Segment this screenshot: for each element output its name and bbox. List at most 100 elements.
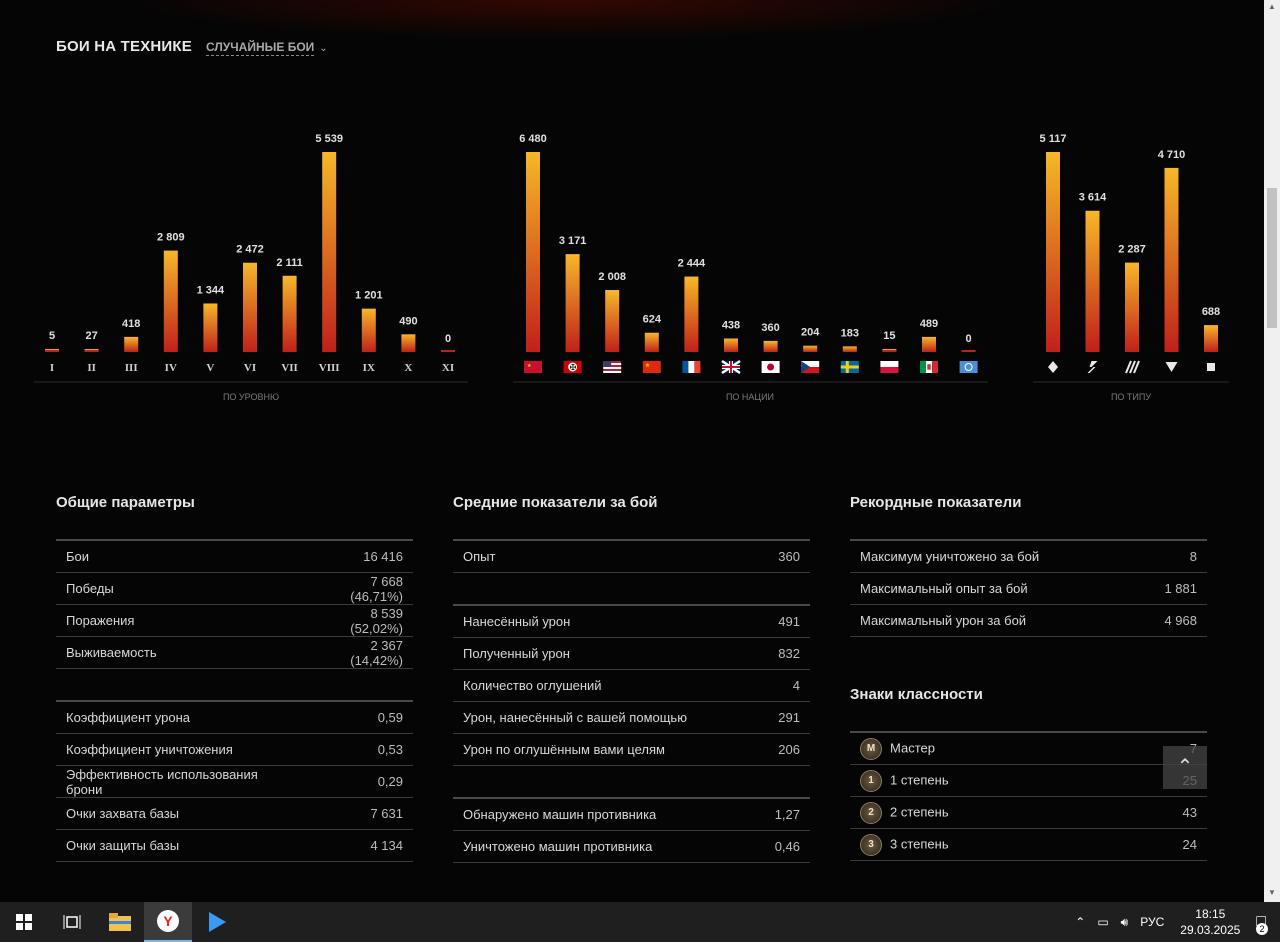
bar-group[interactable]: 5 117 [1040,133,1067,373]
volume-icon[interactable]: 🔊︎ [1121,915,1129,930]
bar-group[interactable]: 4 710 [1158,149,1186,372]
row-label: Полученный урон [463,646,570,661]
bar-group[interactable]: 183 [841,327,859,373]
bar-group[interactable]: 2 008 [598,271,626,373]
svg-text:★: ★ [527,363,532,369]
bar-group[interactable]: 5 539 VIII [315,133,343,374]
row-label: Максимум уничтожено за бой [860,549,1040,564]
row-value: 360 [754,539,810,573]
bar-group[interactable]: 489 [920,318,938,373]
clock-time: 18:15 [1195,907,1226,921]
bar-group[interactable]: 27 II [84,330,99,374]
svg-text:VII: VII [281,362,298,374]
bar [1046,152,1060,352]
bar-group[interactable]: 490 X [399,315,417,374]
bar-value-label: 2 444 [678,258,706,270]
row-label: Максимальный урон за бой [860,613,1027,628]
bar-group[interactable]: 624 ★ [643,314,662,373]
svg-text:II: II [87,362,96,374]
bar-group[interactable]: 2 472 VI [236,244,264,374]
tier-label: IX [363,362,375,374]
nation-flag-icon: ★ [524,361,542,373]
bar-group[interactable]: 3 614 [1079,192,1107,373]
bar-group[interactable]: 688 [1202,306,1220,371]
row-label: Эффективность использования брони [66,766,258,797]
language-indicator[interactable]: РУС [1140,915,1164,929]
windows-icon [16,914,32,930]
bar-group[interactable]: 418 III [122,318,140,374]
bar-value-label: 5 539 [315,133,343,145]
chevron-down-icon[interactable]: ⌄ [319,43,327,54]
bar-group[interactable]: 5I [45,330,59,374]
stat-row: Эффективность использования брони 0,29 [56,765,413,798]
bar-group[interactable]: 1 201 IX [355,290,383,374]
row-value [754,765,810,799]
network-icon[interactable]: ▭ [1097,915,1108,929]
stat-row: Выживаемость 2 367 (14,42%) [56,636,413,669]
bar-group[interactable]: 6 480 ★ [519,133,547,373]
bar-group[interactable]: 0 XI [441,333,455,374]
row-value [754,572,810,606]
bar-value-label: 3 171 [559,235,587,247]
bar [842,346,857,352]
play-icon [209,912,226,932]
file-explorer-button[interactable] [96,902,144,942]
vehicle-type-icon [1087,361,1098,373]
bar-baseline [882,350,897,352]
bar-value-label: 3 614 [1079,192,1107,204]
row-label: Коэффициент уничтожения [66,742,233,757]
taskbar: Y ⌃ ▭ 🔊︎ РУС 18:15 29.03.2025 □ 2 [0,902,1280,942]
row-label: Коэффициент урона [66,710,190,725]
task-view-button[interactable] [48,902,96,942]
nation-flag-icon [920,361,938,373]
clock[interactable]: 18:15 29.03.2025 [1180,906,1240,938]
vehicle-type-icon [1125,360,1140,374]
bar [1164,167,1179,352]
scroll-down-arrow-icon[interactable]: ▼ [1268,888,1276,897]
bar-group[interactable]: 2 111 VII [276,257,302,374]
bar-group[interactable]: 0 [959,333,978,373]
bar-group[interactable]: 2 287 [1118,244,1146,374]
nation-flag-icon [880,361,899,373]
notifications-icon[interactable]: □ 2 [1256,913,1268,935]
bar-group[interactable]: 1 344 V [197,284,225,374]
bar-group[interactable]: 15 [880,330,899,373]
tier-label: V [206,362,214,374]
bar-value-label: 2 008 [598,271,626,283]
media-player-button[interactable] [192,902,240,942]
chart-axis-label: ПО НАЦИИ [726,392,774,402]
bar-group[interactable]: 2 444 [678,258,706,373]
scrollbar-thumb[interactable] [1267,188,1277,328]
row-value: 4 [754,669,810,702]
bar-value-label: 1 344 [197,284,225,296]
bar-group[interactable]: 3 171 ✠ [559,235,587,373]
bar-group[interactable]: 2 809 IV [157,232,185,374]
battle-mode-dropdown[interactable]: СЛУЧАЙНЫЕ БОИ [205,40,315,56]
bar-value-label: 2 472 [236,244,264,256]
record-row: Максимальный опыт за бой 1 881 [850,572,1207,605]
yandex-browser-button[interactable]: Y [144,902,192,942]
svg-text:✠: ✠ [570,363,577,372]
bar-baseline [45,350,59,352]
scroll-to-top-button[interactable]: ⌃ [1163,746,1207,789]
bar-baseline [84,350,99,352]
scrollbar[interactable]: ▲ ▼ [1264,0,1280,902]
spacer-row [56,668,413,702]
bar-group[interactable]: 360 [761,322,780,373]
bar-group[interactable]: 438 [721,319,741,375]
bar-value-label: 418 [122,318,140,330]
marks-title: Знаки классности [850,686,983,703]
row-label: 1 степень [890,771,949,787]
row-value: 4 968 [1132,604,1207,637]
row-value: 7 631 [304,797,413,830]
chevron-up-icon[interactable]: ⌃ [1075,915,1085,929]
start-button[interactable] [0,902,48,942]
record-row: Максимальный урон за бой 4 968 [850,604,1207,637]
svg-text:V: V [206,362,214,374]
row-value: 43 [1120,796,1207,829]
svg-text:★: ★ [645,362,650,369]
row-value: 8 [1132,539,1207,573]
bar-group[interactable]: 204 [801,327,820,373]
scroll-up-arrow-icon[interactable]: ▲ [1268,2,1276,11]
page: БОИ НА ТЕХНИКЕ СЛУЧАЙНЫЕ БОИ ⌄ 5 I 27 II 418… [0,0,1264,902]
